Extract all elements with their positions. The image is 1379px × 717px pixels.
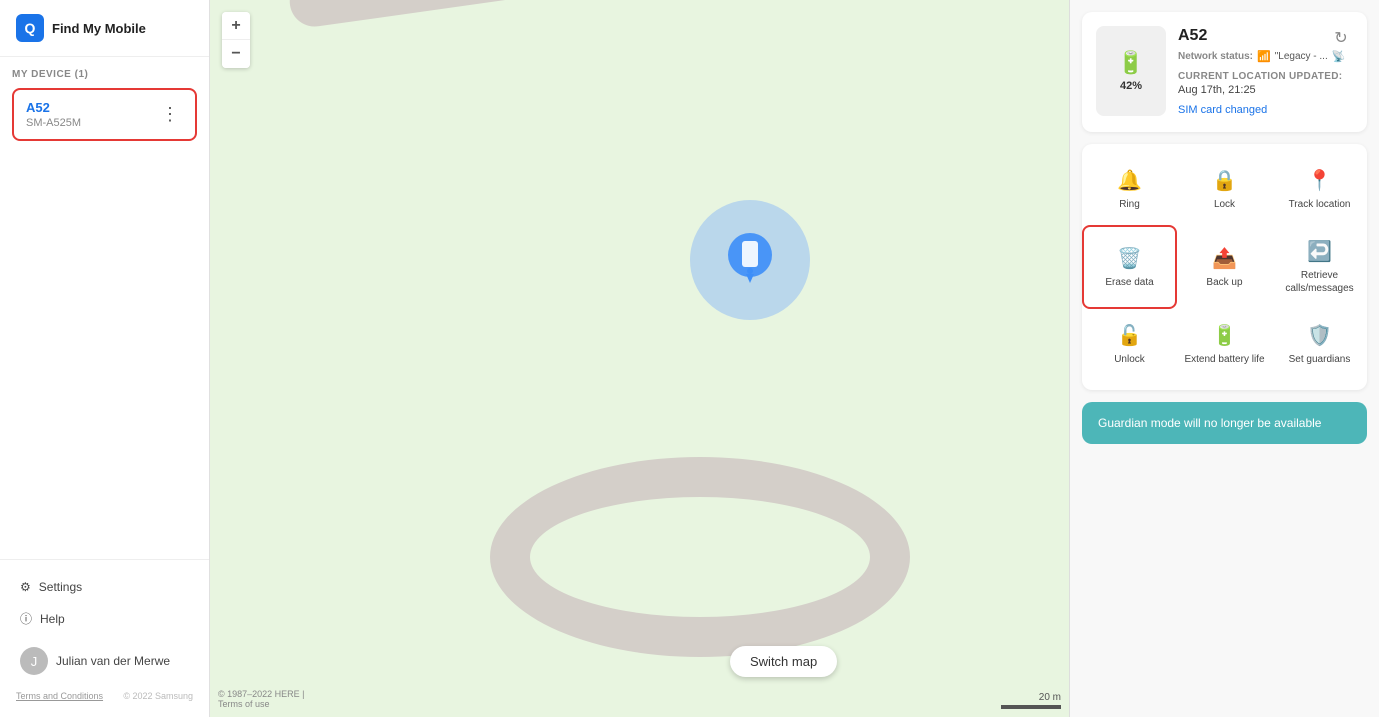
- map-road-oval: [490, 457, 910, 657]
- switch-map-button[interactable]: Switch map: [730, 646, 837, 677]
- map-container: + − Switch map © 1987–2022 HERE | Terms …: [210, 0, 1069, 717]
- extend-battery-icon: 🔋: [1212, 323, 1237, 348]
- map-attribution: © 1987–2022 HERE | Terms of use: [218, 689, 305, 709]
- settings-label: Settings: [39, 580, 82, 594]
- action-back-up[interactable]: 📤 Back up: [1177, 225, 1272, 309]
- set-guardians-icon: 🛡️: [1307, 323, 1332, 348]
- erase-data-icon: 🗑️: [1117, 246, 1142, 271]
- device-model: SM-A525M: [26, 117, 81, 129]
- device-pin: [690, 200, 810, 320]
- sim-changed-link[interactable]: SIM card changed: [1178, 104, 1267, 116]
- location-updated-label: CURRENT LOCATION UPDATED:: [1178, 71, 1353, 82]
- track-location-icon: 📍: [1307, 168, 1332, 193]
- zoom-in-button[interactable]: +: [222, 12, 250, 40]
- pin-svg: [726, 229, 774, 291]
- user-row: J Julian van der Merwe: [16, 639, 193, 683]
- action-erase-data[interactable]: 🗑️ Erase data: [1082, 225, 1177, 309]
- pin-accuracy-circle: [690, 200, 810, 320]
- device-section: MY DEVICE (1) A52 SM-A525M ⋮: [0, 57, 209, 559]
- help-nav-item[interactable]: ⓘ Help: [16, 602, 193, 635]
- user-avatar: J: [20, 647, 48, 675]
- back-up-icon: 📤: [1212, 246, 1237, 271]
- device-status-card: 🔋 42% A52 ↻ Network status: 📶 "Legacy - …: [1082, 12, 1367, 132]
- zoom-out-button[interactable]: −: [222, 40, 250, 68]
- ring-label: Ring: [1119, 198, 1140, 211]
- retrieve-label: Retrieve calls/messages: [1278, 269, 1361, 295]
- extend-battery-label: Extend battery life: [1184, 353, 1264, 366]
- signal-icon: 📡: [1332, 50, 1346, 63]
- actions-grid: 🔔 Ring 🔒 Lock 📍 Track location 🗑️ Erase …: [1082, 154, 1367, 380]
- set-guardians-label: Set guardians: [1289, 353, 1351, 366]
- guardian-banner-text: Guardian mode will no longer be availabl…: [1098, 416, 1321, 430]
- device-status-header: 🔋 42% A52 ↻ Network status: 📶 "Legacy - …: [1096, 26, 1353, 118]
- map-road-diagonal: [287, 0, 967, 30]
- lock-label: Lock: [1214, 198, 1235, 211]
- action-ring[interactable]: 🔔 Ring: [1082, 154, 1177, 225]
- lock-icon: 🔒: [1212, 168, 1237, 193]
- sidebar: Q Find My Mobile MY DEVICE (1) A52 SM-A5…: [0, 0, 210, 717]
- sidebar-header: Q Find My Mobile: [0, 0, 209, 57]
- device-section-label: MY DEVICE (1): [12, 69, 197, 80]
- scale-bar: [1001, 705, 1061, 709]
- action-retrieve[interactable]: ↩️ Retrieve calls/messages: [1272, 225, 1367, 309]
- action-extend-battery[interactable]: 🔋 Extend battery life: [1177, 309, 1272, 380]
- network-value: "Legacy - ...: [1275, 51, 1328, 62]
- device-card[interactable]: A52 SM-A525M ⋮: [12, 88, 197, 141]
- action-unlock[interactable]: 🔓 Unlock: [1082, 309, 1177, 380]
- settings-nav-item[interactable]: ⚙ Settings: [16, 572, 193, 602]
- terms-link[interactable]: Terms and Conditions: [16, 691, 103, 701]
- unlock-icon: 🔓: [1117, 323, 1142, 348]
- user-name: Julian van der Merwe: [56, 654, 170, 668]
- action-set-guardians[interactable]: 🛡️ Set guardians: [1272, 309, 1367, 380]
- track-location-label: Track location: [1289, 198, 1351, 211]
- device-info: A52 SM-A525M: [26, 100, 81, 129]
- scale-label: 20 m: [1039, 692, 1061, 703]
- panel-device-name: A52: [1178, 27, 1207, 45]
- guardian-banner: Guardian mode will no longer be availabl…: [1082, 402, 1367, 444]
- settings-icon: ⚙: [20, 580, 31, 594]
- unlock-label: Unlock: [1114, 353, 1145, 366]
- location-time: Aug 17th, 21:25: [1178, 84, 1353, 96]
- network-status-label: Network status:: [1178, 51, 1253, 62]
- logo-letter: Q: [25, 20, 36, 36]
- retrieve-icon: ↩️: [1307, 239, 1332, 264]
- battery-percent: 42%: [1120, 80, 1142, 92]
- ring-icon: 🔔: [1117, 168, 1142, 193]
- app-title: Find My Mobile: [52, 21, 146, 36]
- action-track-location[interactable]: 📍 Track location: [1272, 154, 1367, 225]
- action-lock[interactable]: 🔒 Lock: [1177, 154, 1272, 225]
- device-menu-icon[interactable]: ⋮: [157, 102, 183, 127]
- back-up-label: Back up: [1206, 276, 1242, 289]
- actions-card: 🔔 Ring 🔒 Lock 📍 Track location 🗑️ Erase …: [1082, 144, 1367, 390]
- device-status-info: A52 ↻ Network status: 📶 "Legacy - ... 📡 …: [1178, 26, 1353, 118]
- network-status: Network status: 📶 "Legacy - ... 📡: [1178, 50, 1353, 63]
- help-icon: ⓘ: [20, 610, 32, 627]
- device-name: A52: [26, 100, 81, 115]
- device-image-box: 🔋 42%: [1096, 26, 1166, 116]
- map-scale: 20 m: [1001, 692, 1061, 709]
- footer-links: Terms and Conditions © 2022 Samsung: [16, 691, 193, 701]
- help-label: Help: [40, 612, 65, 626]
- footer-copyright: © 2022 Samsung: [123, 691, 193, 701]
- right-panel: 🔋 42% A52 ↻ Network status: 📶 "Legacy - …: [1069, 0, 1379, 717]
- erase-data-label: Erase data: [1105, 276, 1153, 289]
- wifi-icon: 📶: [1257, 50, 1271, 63]
- battery-icon: 🔋: [1117, 50, 1144, 76]
- app-logo: Q: [16, 14, 44, 42]
- map-zoom-controls: + −: [222, 12, 250, 68]
- sidebar-footer: ⚙ Settings ⓘ Help J Julian van der Merwe…: [0, 559, 209, 717]
- refresh-button[interactable]: ↻: [1329, 26, 1353, 50]
